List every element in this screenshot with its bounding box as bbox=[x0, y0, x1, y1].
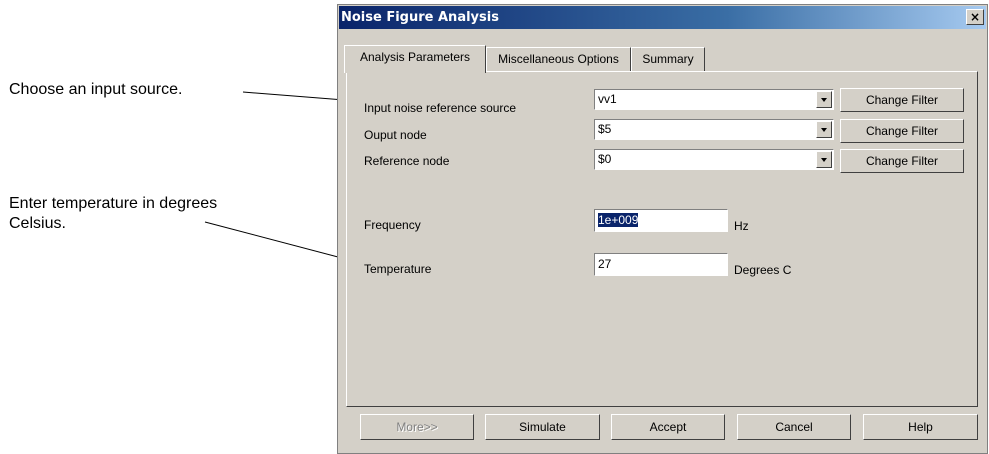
change-filter-button-input[interactable]: Change Filter bbox=[840, 88, 964, 112]
frequency-input[interactable]: 1e+009 bbox=[594, 209, 728, 232]
close-icon: × bbox=[969, 10, 981, 24]
change-filter-button-output[interactable]: Change Filter bbox=[840, 119, 964, 143]
title-bar[interactable]: Noise Figure Analysis × bbox=[339, 6, 986, 29]
tab-label: Analysis Parameters bbox=[359, 50, 471, 64]
chevron-down-icon[interactable] bbox=[816, 91, 832, 108]
temperature-value: 27 bbox=[598, 257, 612, 271]
help-button[interactable]: Help bbox=[863, 414, 978, 440]
input-source-label: Input noise reference source bbox=[364, 101, 517, 115]
combo-value: vv1 bbox=[598, 92, 617, 106]
frequency-label: Frequency bbox=[364, 218, 421, 232]
combo-value: $5 bbox=[598, 122, 612, 136]
close-button[interactable]: × bbox=[966, 9, 984, 25]
tab-miscellaneous-options[interactable]: Miscellaneous Options bbox=[486, 47, 631, 71]
callout-temperature-line2: Celsius. bbox=[9, 215, 66, 232]
reference-node-label: Reference node bbox=[364, 154, 450, 168]
change-filter-button-reference[interactable]: Change Filter bbox=[840, 149, 964, 173]
noise-figure-dialog: Noise Figure Analysis × Analysis Paramet… bbox=[337, 4, 988, 454]
combo-value: $0 bbox=[598, 152, 612, 166]
chevron-down-icon[interactable] bbox=[816, 121, 832, 138]
callout-temperature-line1: Enter temperature in degrees bbox=[9, 195, 218, 212]
chevron-down-icon[interactable] bbox=[816, 151, 832, 168]
accept-button[interactable]: Accept bbox=[611, 414, 725, 440]
tab-summary[interactable]: Summary bbox=[631, 47, 705, 71]
temperature-input[interactable]: 27 bbox=[594, 253, 728, 276]
callout-input-source: Choose an input source. bbox=[9, 81, 183, 98]
dialog-title: Noise Figure Analysis bbox=[341, 10, 499, 25]
tab-label: Summary bbox=[642, 52, 694, 66]
tab-analysis-parameters[interactable]: Analysis Parameters bbox=[344, 45, 486, 73]
frequency-value: 1e+009 bbox=[598, 213, 639, 227]
temperature-unit: Degrees C bbox=[734, 263, 792, 277]
more-button[interactable]: More>> bbox=[360, 414, 474, 440]
simulate-button[interactable]: Simulate bbox=[485, 414, 600, 440]
frequency-unit: Hz bbox=[734, 219, 749, 233]
reference-node-combo[interactable]: $0 bbox=[594, 149, 834, 170]
output-node-combo[interactable]: $5 bbox=[594, 119, 834, 140]
temperature-label: Temperature bbox=[364, 262, 432, 276]
input-source-combo[interactable]: vv1 bbox=[594, 89, 834, 110]
cancel-button[interactable]: Cancel bbox=[737, 414, 851, 440]
output-node-label: Ouput node bbox=[364, 128, 427, 142]
tab-label: Miscellaneous Options bbox=[498, 52, 619, 66]
